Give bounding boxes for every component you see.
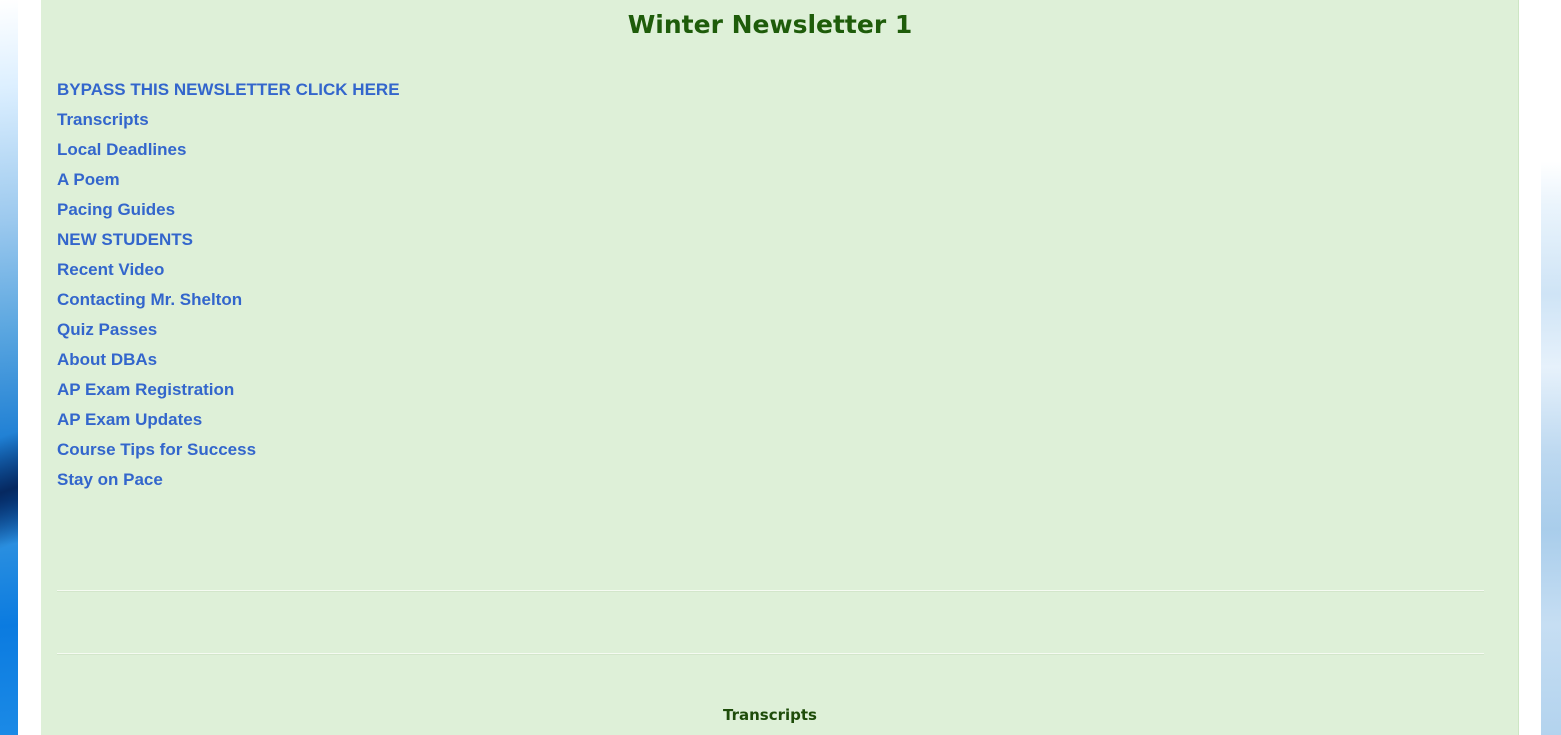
- right-background-gradient: [1541, 0, 1561, 735]
- list-item: AP Exam Registration: [57, 379, 400, 409]
- list-item: Transcripts: [57, 109, 400, 139]
- list-item: NEW STUDENTS: [57, 229, 400, 259]
- link-new-students[interactable]: NEW STUDENTS: [57, 230, 193, 249]
- link-contacting-mr-shelton[interactable]: Contacting Mr. Shelton: [57, 290, 242, 309]
- link-course-tips-for-success[interactable]: Course Tips for Success: [57, 440, 256, 459]
- list-item: Contacting Mr. Shelton: [57, 289, 400, 319]
- list-item: Local Deadlines: [57, 139, 400, 169]
- list-item: Pacing Guides: [57, 199, 400, 229]
- list-item: Quiz Passes: [57, 319, 400, 349]
- list-item: AP Exam Updates: [57, 409, 400, 439]
- left-margin: [18, 0, 41, 735]
- link-a-poem[interactable]: A Poem: [57, 170, 120, 189]
- page-title: Winter Newsletter 1: [627, 10, 913, 39]
- horizontal-divider: [57, 590, 1484, 592]
- link-bypass-newsletter[interactable]: BYPASS THIS NEWSLETTER CLICK HERE: [57, 80, 400, 99]
- list-item: Course Tips for Success: [57, 439, 400, 469]
- newsletter-content-panel: Winter Newsletter 1 BYPASS THIS NEWSLETT…: [41, 0, 1519, 735]
- horizontal-divider: [57, 653, 1484, 655]
- link-ap-exam-updates[interactable]: AP Exam Updates: [57, 410, 202, 429]
- link-quiz-passes[interactable]: Quiz Passes: [57, 320, 157, 339]
- newsletter-link-list: BYPASS THIS NEWSLETTER CLICK HERE Transc…: [57, 79, 400, 499]
- list-item: A Poem: [57, 169, 400, 199]
- right-margin: [1519, 0, 1541, 735]
- list-item: BYPASS THIS NEWSLETTER CLICK HERE: [57, 79, 400, 109]
- link-local-deadlines[interactable]: Local Deadlines: [57, 140, 186, 159]
- list-item: About DBAs: [57, 349, 400, 379]
- link-recent-video[interactable]: Recent Video: [57, 260, 164, 279]
- link-transcripts[interactable]: Transcripts: [57, 110, 149, 129]
- left-background-shadow: [0, 400, 18, 580]
- section-heading-transcripts: Transcripts: [723, 706, 817, 724]
- link-pacing-guides[interactable]: Pacing Guides: [57, 200, 175, 219]
- link-about-dbas[interactable]: About DBAs: [57, 350, 157, 369]
- list-item: Recent Video: [57, 259, 400, 289]
- link-stay-on-pace[interactable]: Stay on Pace: [57, 470, 163, 489]
- list-item: Stay on Pace: [57, 469, 400, 499]
- left-background-gradient: [0, 0, 18, 735]
- link-ap-exam-registration[interactable]: AP Exam Registration: [57, 380, 234, 399]
